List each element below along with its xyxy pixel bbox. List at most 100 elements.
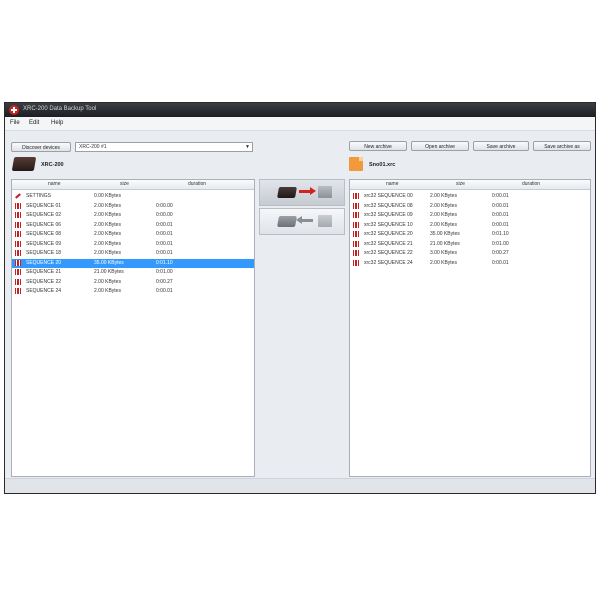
table-row[interactable]: SEQUENCE 20 35.00 KBytes 0:01.10 (12, 258, 254, 268)
row-size: 2.00 KBytes (430, 221, 457, 228)
discover-devices-button[interactable]: Discover devices (11, 142, 71, 152)
copy-to-archive-button[interactable] (259, 179, 345, 206)
row-name: xrc32 SEQUENCE 20 (364, 231, 413, 237)
row-size: 2.00 KBytes (94, 288, 121, 294)
row-name: SEQUENCE 09 (26, 240, 62, 247)
row-duration: 0:00.01 (156, 221, 173, 228)
column-duration[interactable]: duration (188, 181, 206, 187)
row-duration: 0:00.01 (492, 221, 509, 228)
sequence-icon (15, 259, 21, 266)
table-row[interactable]: xrc32 SEQUENCE 20 35.00 KBytes 0:01.10 (350, 230, 590, 239)
arrow-left-icon (296, 216, 313, 224)
table-row[interactable]: SEQUENCE 01 2.00 KBytes 0:00.00 (12, 202, 254, 211)
arrow-right-icon (299, 187, 316, 195)
table-row[interactable]: xrc32 SEQUENCE 08 2.00 KBytes 0:00.01 (350, 202, 590, 211)
row-size: 2.00 KBytes (430, 259, 457, 266)
sequence-icon (15, 202, 21, 209)
menu-file[interactable]: File (10, 120, 20, 126)
row-size: 2.00 KBytes (94, 202, 121, 209)
sequence-icon (353, 231, 359, 237)
device-icon (277, 187, 297, 198)
row-duration: 0:00.01 (156, 231, 173, 237)
sequence-icon (15, 240, 21, 247)
row-duration: 0:00.00 (156, 202, 173, 209)
sequence-icon (15, 231, 21, 237)
table-row[interactable]: SEQUENCE 24 2.00 KBytes 0:00.01 (12, 287, 254, 296)
table-row[interactable]: xrc32 SEQUENCE 21 21.00 KBytes 0:01.00 (350, 240, 590, 249)
save-archive-as-button[interactable]: Save archive as (533, 141, 591, 151)
column-duration[interactable]: duration (522, 181, 540, 187)
table-row[interactable]: xrc32 SEQUENCE 00 2.00 KBytes 0:00.01 (350, 192, 590, 201)
toolbar: Discover devices XRC-200 #1 ▼ New archiv… (5, 130, 595, 154)
row-name: xrc32 SEQUENCE 10 (364, 221, 413, 228)
row-size: 3.00 KBytes (430, 250, 457, 256)
device-select[interactable]: XRC-200 #1 ▼ (75, 142, 253, 152)
window-title: XRC-200 Data Backup Tool (23, 106, 97, 112)
transfer-controls (259, 179, 345, 235)
menu-help[interactable]: Help (51, 120, 63, 126)
column-size[interactable]: size (456, 181, 465, 187)
sequence-icon (15, 250, 21, 256)
row-name: SEQUENCE 22 (26, 278, 62, 285)
row-name: SEQUENCE 20 (26, 259, 62, 266)
row-name: xrc32 SEQUENCE 00 (364, 193, 413, 199)
row-name: SEQUENCE 02 (26, 212, 62, 218)
sequence-icon (15, 221, 21, 228)
table-row[interactable]: SEQUENCE 18 2.00 KBytes 0:00.01 (12, 249, 254, 258)
row-duration: 0:01.10 (492, 231, 509, 237)
save-archive-button[interactable]: Save archive (473, 141, 529, 151)
device-name: XRC-200 (41, 162, 64, 168)
app-window: XRC-200 Data Backup Tool File Edit Help … (4, 102, 596, 494)
column-name[interactable]: name (48, 181, 61, 187)
new-archive-button[interactable]: New archive (349, 141, 407, 151)
row-size: 2.00 KBytes (94, 221, 121, 228)
row-size: 2.00 KBytes (430, 202, 457, 209)
row-size: 2.00 KBytes (94, 250, 121, 256)
table-row[interactable]: xrc32 SEQUENCE 24 2.00 KBytes 0:00.01 (350, 259, 590, 268)
sequence-icon (353, 250, 359, 256)
row-duration: 0:00.01 (492, 202, 509, 209)
menu-edit[interactable]: Edit (29, 120, 39, 126)
device-file-list[interactable]: name size duration SETTINGS 0.00 KBytes SE… (11, 179, 255, 477)
row-duration: 0:00.00 (156, 212, 173, 218)
table-row[interactable]: SEQUENCE 09 2.00 KBytes 0:00.01 (12, 240, 254, 249)
row-duration: 0:00.01 (156, 288, 173, 294)
table-row[interactable]: SEQUENCE 08 2.00 KBytes 0:00.01 (12, 230, 254, 239)
row-size: 0.00 KBytes (94, 193, 121, 199)
row-name: SEQUENCE 21 (26, 269, 62, 275)
row-duration: 0:00.01 (492, 259, 509, 266)
wrench-icon (15, 193, 21, 199)
row-name: SEQUENCE 08 (26, 231, 62, 237)
table-row[interactable]: SEQUENCE 22 2.00 KBytes 0:00.27 (12, 278, 254, 287)
sequence-icon (15, 269, 21, 275)
table-row[interactable]: SETTINGS 0.00 KBytes (12, 192, 254, 201)
row-name: SEQUENCE 01 (26, 202, 62, 209)
table-row[interactable]: xrc32 SEQUENCE 09 2.00 KBytes 0:00.01 (350, 211, 590, 220)
open-archive-button[interactable]: Open archive (411, 141, 469, 151)
row-size: 2.00 KBytes (94, 278, 121, 285)
menu-bar: File Edit Help (5, 117, 595, 131)
column-name[interactable]: name (386, 181, 399, 187)
app-logo-icon (9, 105, 19, 115)
row-size: 2.00 KBytes (430, 193, 457, 199)
title-bar[interactable]: XRC-200 Data Backup Tool (5, 103, 595, 117)
archive-file-list[interactable]: name size duration xrc32 SEQUENCE 00 2.00… (349, 179, 591, 477)
row-size: 2.00 KBytes (94, 231, 121, 237)
copy-to-device-button[interactable] (259, 208, 345, 235)
computer-icon (318, 186, 332, 198)
table-row[interactable]: xrc32 SEQUENCE 22 3.00 KBytes 0:00.27 (350, 249, 590, 258)
status-bar (5, 478, 595, 493)
row-size: 2.00 KBytes (94, 240, 121, 247)
table-row[interactable]: SEQUENCE 02 2.00 KBytes 0:00.00 (12, 211, 254, 220)
row-duration: 0:00.01 (492, 212, 509, 218)
table-row[interactable]: xrc32 SEQUENCE 10 2.00 KBytes 0:00.01 (350, 221, 590, 230)
row-name: xrc32 SEQUENCE 21 (364, 240, 413, 247)
row-name: SETTINGS (26, 193, 52, 199)
sequence-icon (15, 278, 21, 285)
row-duration: 0:01.00 (492, 240, 509, 247)
device-list-header: name size duration (12, 180, 254, 190)
table-row[interactable]: SEQUENCE 21 21.00 KBytes 0:01.00 (12, 268, 254, 277)
table-row[interactable]: SEQUENCE 06 2.00 KBytes 0:00.01 (12, 221, 254, 230)
column-size[interactable]: size (120, 181, 129, 187)
row-size: 2.00 KBytes (430, 212, 457, 218)
